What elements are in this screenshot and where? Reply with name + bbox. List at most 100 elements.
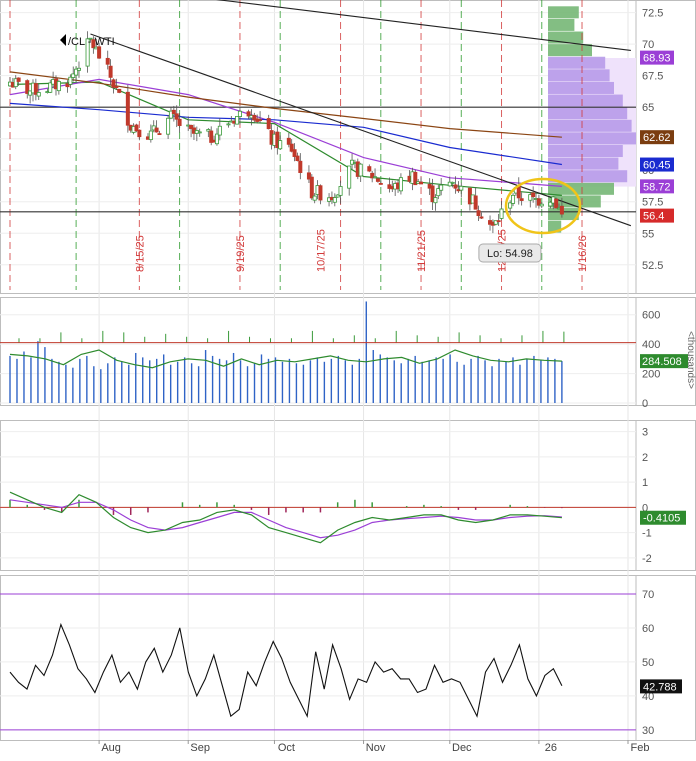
price-y-tick-label: 52.5 <box>642 260 663 272</box>
candle-body <box>312 195 317 201</box>
x-tick-label: Feb <box>631 742 650 754</box>
x-tick-label: Sep <box>190 742 210 754</box>
candle-body <box>166 117 171 135</box>
value-badge-label: 56.4 <box>643 211 664 223</box>
candle-body <box>286 137 291 145</box>
candle-body <box>68 76 73 85</box>
rsi-y-tick-label: 60 <box>642 623 654 635</box>
candle-body <box>137 129 142 138</box>
macd-line <box>9 491 562 544</box>
candle-body <box>278 140 283 150</box>
date-marker-label: 1/16/26 <box>577 235 589 272</box>
price-y-tick-label: 57.5 <box>642 197 663 209</box>
candle-body <box>56 81 61 92</box>
candle-body <box>16 77 21 82</box>
candle-body <box>450 181 455 184</box>
volume-last-value: 284.508 <box>642 356 682 368</box>
candle-body <box>531 192 536 198</box>
price-y-tick-label: 72.5 <box>642 8 663 20</box>
candle-body <box>375 178 380 182</box>
vol-y-tick-label: 0 <box>642 398 648 410</box>
date-marker-label: 9/19/25 <box>235 235 247 272</box>
candle-body <box>378 183 383 185</box>
candle-body <box>108 65 113 78</box>
volume-profile-bar <box>548 170 628 183</box>
vol-y-tick-label: 400 <box>642 339 660 351</box>
candle-body <box>97 46 102 59</box>
candle-body <box>473 195 478 210</box>
candle-body <box>258 119 263 121</box>
volume-profile-bar <box>548 107 628 120</box>
candle-body <box>367 166 372 172</box>
candle-body <box>554 198 559 209</box>
candle-body <box>174 113 179 120</box>
candle-body <box>419 181 424 185</box>
candle-body <box>177 118 182 126</box>
volume-profile-bar <box>548 69 610 82</box>
low-annotation: Lo: 54.98 <box>487 248 533 260</box>
chart-container: AugSepOctNovDec26Feb72.57067.56562.56057… <box>0 0 696 756</box>
chart-svg: AugSepOctNovDec26Feb72.57067.56562.56057… <box>0 0 696 754</box>
candle-body <box>511 194 516 204</box>
symbol-label: /CL - WTI <box>68 36 115 48</box>
volume-profile-bar <box>548 6 579 19</box>
macd-panel-frame <box>0 420 696 571</box>
candle-body <box>298 160 303 173</box>
value-badge-label: 62.62 <box>643 132 671 144</box>
candle-body <box>148 130 153 141</box>
volume-profile-bar <box>548 44 592 57</box>
candle-body <box>347 165 352 189</box>
macd-y-tick-label: 3 <box>642 427 648 439</box>
price-y-tick-label: 70 <box>642 39 654 51</box>
candle-body <box>318 185 323 201</box>
value-badge-label: 68.93 <box>643 53 671 65</box>
candle-body <box>197 131 202 134</box>
candle-body <box>125 91 130 126</box>
candle-body <box>214 133 219 145</box>
candle-body <box>338 186 343 196</box>
candle-body <box>117 88 122 93</box>
volume-profile-bar <box>548 182 614 195</box>
vol-y-tick-label: 200 <box>642 369 660 381</box>
volume-profile-bar <box>548 81 614 94</box>
volume-profile-bar <box>548 132 636 145</box>
volume-profile-bar <box>548 18 575 31</box>
candle-body <box>105 57 110 65</box>
volume-profile-bar <box>548 119 632 132</box>
macd-y-tick-label: -2 <box>642 553 652 565</box>
candle-body <box>559 205 564 215</box>
moving-average-line <box>9 102 562 166</box>
candle-body <box>476 210 481 217</box>
candle-body <box>453 184 458 189</box>
value-badge-label: 58.72 <box>643 181 671 193</box>
volume-profile-bar <box>548 94 623 107</box>
rsi-panel-frame <box>0 575 696 741</box>
candle-body <box>479 216 484 219</box>
candle-body <box>235 115 240 125</box>
date-marker-label: 10/17/25 <box>315 229 327 272</box>
price-y-tick-label: 65 <box>642 102 654 114</box>
x-tick-label: Dec <box>452 742 472 754</box>
candle-body <box>332 197 337 203</box>
candle-body <box>292 149 297 157</box>
rsi-y-tick-label: 30 <box>642 725 654 737</box>
candle-body <box>433 197 438 204</box>
macd-y-tick-label: 1 <box>642 477 648 489</box>
volume-profile-bar <box>548 56 606 69</box>
x-tick-label: Aug <box>101 742 121 754</box>
candle-body <box>499 208 504 219</box>
candle-body <box>358 163 363 177</box>
date-marker-label: 11/21/25 <box>416 230 428 272</box>
x-tick-label: 26 <box>545 742 557 754</box>
volume-profile-bar <box>548 31 584 44</box>
candle-body <box>439 184 444 191</box>
macd-y-tick-label: -1 <box>642 528 652 540</box>
candle-body <box>496 220 501 223</box>
candle-body <box>226 123 231 126</box>
volume-average-line <box>9 349 562 369</box>
volume-profile-bar <box>548 145 623 158</box>
candle-body <box>266 118 271 130</box>
x-tick-label: Oct <box>278 742 295 754</box>
macd-last-value: -0.4105 <box>643 513 680 525</box>
candle-body <box>36 92 41 97</box>
